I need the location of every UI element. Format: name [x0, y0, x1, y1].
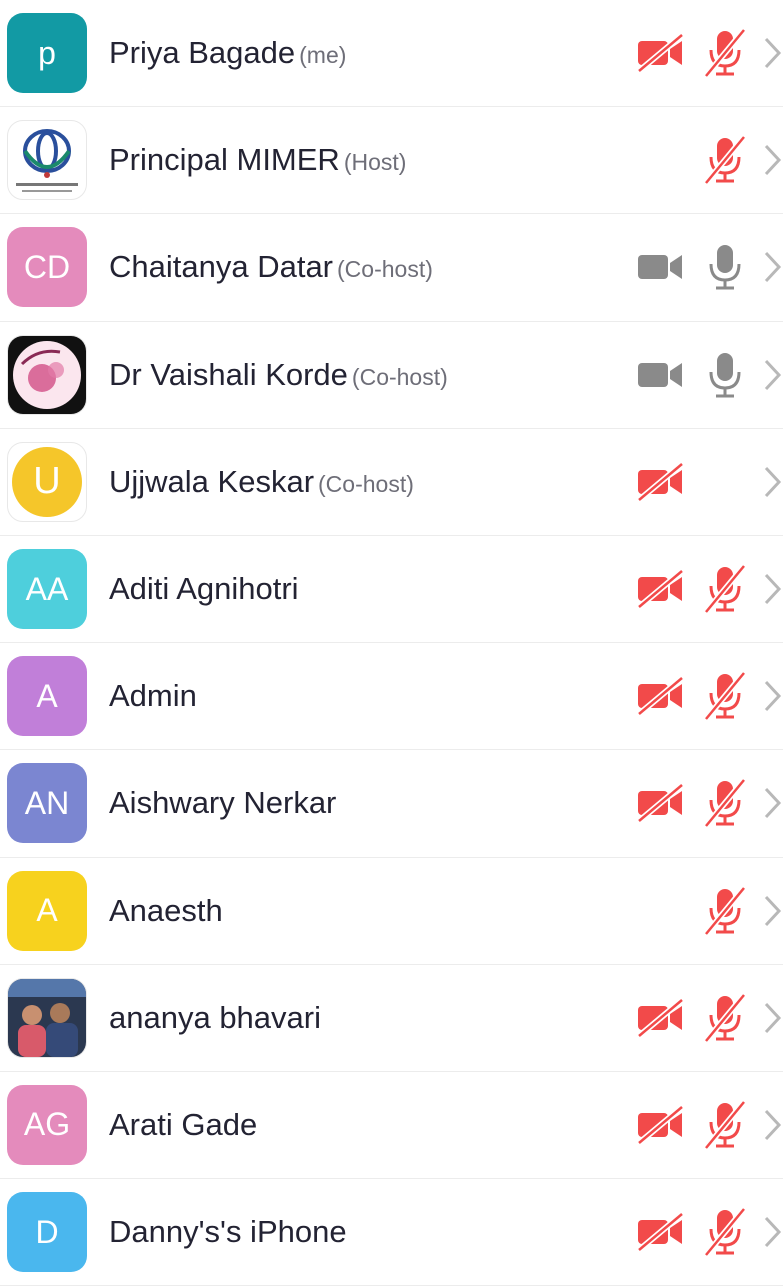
- video-off-icon: [636, 1103, 686, 1147]
- avatar-initials: AN: [24, 784, 70, 821]
- participant-name: Priya Bagade: [109, 35, 296, 71]
- participant-name: Danny's's iPhone: [109, 1214, 347, 1250]
- video-off-icon: [636, 996, 686, 1040]
- participant-role: (Co-host): [318, 470, 414, 497]
- participant-name-line: Dr Vaishali Korde (Co-host): [109, 357, 448, 393]
- chevron-right-icon[interactable]: [762, 143, 782, 177]
- avatar-initials: D: [35, 1213, 59, 1250]
- video-off-icon: [636, 1210, 686, 1254]
- participant-name-line: Chaitanya Datar (Co-host): [109, 249, 433, 285]
- avatar: CD: [7, 227, 87, 308]
- participant-row[interactable]: AG Arati Gade: [0, 1072, 783, 1180]
- participant-row[interactable]: A Anaesth: [0, 858, 783, 965]
- avatar: [7, 334, 87, 415]
- participant-role: (Co-host): [337, 256, 433, 283]
- mic-muted-icon: [702, 992, 748, 1043]
- video-off-icon: [636, 567, 686, 611]
- avatar-initials: AA: [25, 570, 69, 607]
- participant-row[interactable]: p Priya Bagade (me): [0, 0, 783, 108]
- avatar-initials: A: [36, 677, 58, 714]
- participant-row[interactable]: U Ujjwala Keskar (Co-host): [0, 429, 783, 536]
- avatar-initials: p: [38, 34, 56, 71]
- video-off-icon: [636, 460, 686, 504]
- mic-muted-icon: [702, 671, 748, 722]
- mic-on-icon: [702, 242, 748, 292]
- mic-muted-icon: [702, 1207, 748, 1258]
- chevron-right-icon[interactable]: [762, 1108, 782, 1142]
- avatar: AA: [7, 549, 87, 630]
- participant-row[interactable]: AN Aishwary Nerkar: [0, 750, 783, 858]
- avatar: [7, 120, 87, 201]
- avatar: A: [7, 870, 87, 951]
- chevron-right-icon[interactable]: [762, 894, 782, 928]
- participant-name: ananya bhavari: [109, 999, 321, 1035]
- participant-name-line: Priya Bagade (me): [109, 35, 346, 71]
- participant-name: Admin: [109, 678, 197, 714]
- mic-muted-icon: [702, 778, 748, 829]
- participant-row[interactable]: A Admin: [0, 643, 783, 751]
- avatar: D: [7, 1192, 87, 1273]
- mic-muted-icon: [702, 885, 748, 936]
- avatar: U: [7, 441, 87, 522]
- mic-muted-icon: [702, 1100, 748, 1150]
- participant-name-line: Aishwary Nerkar: [109, 785, 336, 821]
- participant-role: (me): [299, 42, 347, 69]
- participant-name-line: Aditi Agnihotri: [109, 571, 299, 607]
- participant-row[interactable]: ananya bhavari: [0, 965, 783, 1072]
- chevron-right-icon[interactable]: [762, 1001, 782, 1035]
- mic-on-icon: [702, 350, 748, 400]
- participant-row[interactable]: CD Chaitanya Datar (Co-host): [0, 214, 783, 322]
- video-on-icon: [636, 353, 686, 397]
- avatar: A: [7, 656, 87, 737]
- mic-muted-icon: [702, 28, 748, 79]
- avatar-initials: AG: [23, 1106, 71, 1143]
- chevron-right-icon[interactable]: [762, 572, 782, 606]
- participant-name: Dr Vaishali Korde: [109, 356, 348, 392]
- chevron-right-icon[interactable]: [762, 679, 782, 713]
- participant-name-line: Danny's's iPhone: [109, 1214, 347, 1250]
- video-on-icon: [636, 245, 686, 289]
- participant-row[interactable]: Principal MIMER (Host): [0, 107, 783, 215]
- chevron-right-icon[interactable]: [762, 358, 782, 392]
- avatar-initials: A: [36, 892, 58, 929]
- avatar: AN: [7, 763, 87, 844]
- video-off-icon: [636, 674, 686, 718]
- avatar-initials: CD: [23, 248, 71, 285]
- participant-row[interactable]: Dr Vaishali Korde (Co-host): [0, 322, 783, 429]
- video-off-icon: [636, 31, 686, 75]
- avatar-initials: U: [12, 446, 82, 517]
- participant-name-line: Admin: [109, 678, 197, 714]
- participant-role: (Co-host): [351, 363, 448, 390]
- chevron-right-icon[interactable]: [762, 465, 782, 499]
- mic-muted-icon: [702, 564, 748, 614]
- participant-name-line: ananya bhavari: [109, 1000, 321, 1036]
- participant-row[interactable]: D Danny's's iPhone: [0, 1179, 783, 1286]
- participants-list: p Priya Bagade (me) Principal MIMER (Host): [0, 0, 783, 1286]
- avatar: [7, 977, 87, 1058]
- chevron-right-icon[interactable]: [762, 1215, 782, 1249]
- participant-name-line: Anaesth: [109, 893, 223, 929]
- avatar: AG: [7, 1084, 87, 1165]
- participant-row[interactable]: AA Aditi Agnihotri: [0, 536, 783, 644]
- participant-name: Arati Gade: [109, 1106, 258, 1142]
- participant-name: Aishwary Nerkar: [109, 785, 337, 821]
- participant-name: Aditi Agnihotri: [109, 571, 299, 607]
- participant-name-line: Arati Gade: [109, 1107, 257, 1143]
- participant-role: (Host): [343, 149, 407, 176]
- participant-name: Anaesth: [109, 892, 223, 928]
- avatar: p: [7, 13, 87, 94]
- participant-name-line: Ujjwala Keskar (Co-host): [109, 464, 414, 500]
- chevron-right-icon[interactable]: [762, 36, 782, 70]
- video-off-icon: [636, 781, 686, 825]
- mic-muted-icon: [702, 135, 748, 186]
- participant-name: Ujjwala Keskar: [109, 463, 315, 499]
- chevron-right-icon[interactable]: [762, 250, 782, 284]
- participant-name: Principal MIMER: [109, 142, 340, 178]
- participant-name-line: Principal MIMER (Host): [109, 142, 406, 178]
- participant-name: Chaitanya Datar: [109, 249, 334, 285]
- chevron-right-icon[interactable]: [762, 786, 782, 820]
